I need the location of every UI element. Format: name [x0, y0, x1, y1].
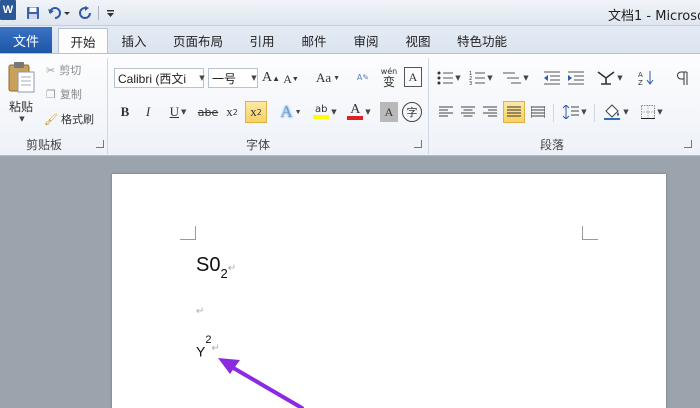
text-line-y-squared[interactable]: Y2↵ — [196, 334, 220, 360]
font-group-label: 字体 — [246, 138, 271, 152]
highlight-color-bar — [313, 115, 330, 119]
qat-separator — [97, 3, 99, 23]
paragraph-mark: ↵ — [211, 342, 220, 354]
copy-button[interactable]: ❐ 复制 — [46, 86, 82, 102]
cut-button[interactable]: ✂ 剪切 — [46, 62, 81, 78]
group-separator — [107, 58, 108, 154]
borders-button[interactable]: ▼ — [638, 102, 666, 122]
clipboard-icon — [8, 62, 35, 93]
shrink-font-button[interactable]: A ▼ — [283, 70, 299, 88]
highlight-color-button[interactable]: ab ▼ — [308, 101, 342, 123]
clear-formatting-button[interactable]: A✎ — [352, 66, 374, 88]
tab-file[interactable]: 文件 — [0, 27, 52, 53]
align-right-icon[interactable] — [480, 102, 500, 122]
font-color-button[interactable]: A ▼ — [344, 101, 374, 123]
multilevel-list-button[interactable]: ▼ — [502, 68, 530, 88]
scissors-icon: ✂ — [46, 63, 56, 77]
eraser-icon: A✎ — [356, 72, 370, 82]
paste-label[interactable]: 粘贴 — [6, 98, 36, 114]
svg-text:3: 3 — [469, 81, 472, 85]
font-launcher-icon[interactable] — [414, 140, 422, 148]
customize-qat-icon[interactable] — [104, 3, 116, 23]
grow-font-button[interactable]: A ▲ — [262, 68, 280, 88]
paragraph-mark: ↵ — [227, 263, 237, 274]
window-title: 文档1 - Microso — [608, 9, 700, 24]
phonetic-guide-button[interactable]: wén 变 — [378, 64, 400, 90]
group-separator — [428, 58, 429, 154]
title-bar: W 文档1 - Microso — [0, 0, 700, 26]
undo-icon[interactable] — [46, 3, 72, 23]
character-border-button[interactable]: A — [404, 67, 422, 87]
shading-button[interactable]: ▼ — [600, 101, 632, 123]
decrease-indent-icon[interactable] — [542, 68, 562, 88]
document-area: S02↵ ↵ Y2↵ — [0, 156, 700, 408]
justify-icon[interactable] — [503, 101, 525, 123]
margin-corner-mark — [180, 226, 196, 240]
text-line-so2[interactable]: S02↵ — [196, 254, 237, 281]
distributed-icon[interactable] — [528, 102, 548, 122]
tab-references[interactable]: 引用 — [242, 28, 282, 53]
paragraph-group-label: 段落 — [540, 138, 565, 152]
document-page[interactable]: S02↵ ↵ Y2↵ — [112, 174, 666, 408]
increase-indent-icon[interactable] — [566, 68, 586, 88]
inline-separator — [553, 104, 554, 122]
change-case-button[interactable]: Aa ▼ — [314, 68, 342, 88]
paste-dropdown-icon[interactable]: ▼ — [14, 114, 28, 124]
inline-separator — [594, 104, 595, 122]
asian-layout-icon — [597, 71, 615, 85]
underline-button[interactable]: U ▼ — [164, 102, 192, 122]
ribbon: 粘贴 ▼ ✂ 剪切 ❐ 复制 🖌 格式刷 剪贴板 Calibri (西文i ▼ … — [0, 53, 700, 156]
show-marks-icon[interactable] — [672, 68, 692, 88]
italic-button[interactable]: I — [139, 102, 157, 122]
font-name-dropdown[interactable]: Calibri (西文i — [114, 68, 204, 88]
save-icon[interactable] — [24, 3, 42, 23]
paragraph-mark: ↵ — [196, 306, 205, 317]
line-spacing-button[interactable]: ▼ — [560, 102, 590, 122]
clipboard-launcher-icon[interactable] — [96, 140, 104, 148]
paste-button[interactable] — [4, 58, 38, 98]
border-icon — [641, 105, 656, 119]
subscript-button[interactable]: x2 — [222, 102, 242, 122]
paragraph-launcher-icon[interactable] — [684, 140, 692, 148]
annotation-arrow — [218, 358, 304, 408]
tab-page-layout[interactable]: 页面布局 — [166, 28, 230, 53]
bullets-button[interactable]: ▼ — [436, 68, 462, 88]
tab-special-features[interactable]: 特色功能 — [450, 28, 514, 53]
superscript-button[interactable]: x2 — [245, 101, 267, 123]
font-color-bar — [347, 116, 364, 120]
ribbon-tab-bar: 文件 开始 插入 页面布局 引用 邮件 审阅 视图 特色功能 — [0, 26, 700, 53]
margin-corner-mark — [582, 226, 598, 240]
bold-button[interactable]: B — [116, 102, 134, 122]
tab-view[interactable]: 视图 — [398, 28, 438, 53]
line-spacing-icon — [563, 105, 580, 119]
multilevel-list-icon — [503, 72, 522, 84]
numbered-list-icon: 123 — [469, 71, 486, 85]
strikethrough-button[interactable]: abe — [196, 102, 220, 122]
sort-icon[interactable]: AZ — [636, 68, 656, 88]
svg-text:Z: Z — [638, 79, 643, 86]
redo-icon[interactable] — [78, 3, 94, 23]
copy-icon: ❐ — [46, 87, 56, 101]
asian-layout-button[interactable]: ▼ — [596, 68, 624, 88]
tab-mailings[interactable]: 邮件 — [294, 28, 334, 53]
format-painter-button[interactable]: 🖌 格式刷 — [44, 110, 94, 128]
tab-insert[interactable]: 插入 — [114, 28, 154, 53]
text-effects-button[interactable]: A ▼ — [276, 101, 306, 123]
enclose-characters-button[interactable]: 字 — [402, 102, 422, 122]
font-name-chevron-down-icon[interactable]: ▼ — [196, 68, 206, 88]
clipboard-group-label: 剪贴板 — [26, 138, 63, 152]
align-center-icon[interactable] — [458, 102, 478, 122]
bullet-list-icon — [437, 71, 454, 85]
svg-text:A: A — [638, 71, 643, 79]
word-app-icon[interactable]: W — [0, 0, 16, 20]
numbering-button[interactable]: 1 2 3 ▼ — [468, 68, 494, 88]
character-shading-button[interactable]: A — [380, 102, 398, 122]
brush-icon: 🖌 — [44, 112, 58, 126]
font-size-chevron-down-icon[interactable]: ▼ — [248, 68, 258, 88]
tab-review[interactable]: 审阅 — [346, 28, 386, 53]
align-left-icon[interactable] — [436, 102, 456, 122]
paint-bucket-icon — [604, 104, 621, 120]
tab-home[interactable]: 开始 — [58, 28, 108, 53]
